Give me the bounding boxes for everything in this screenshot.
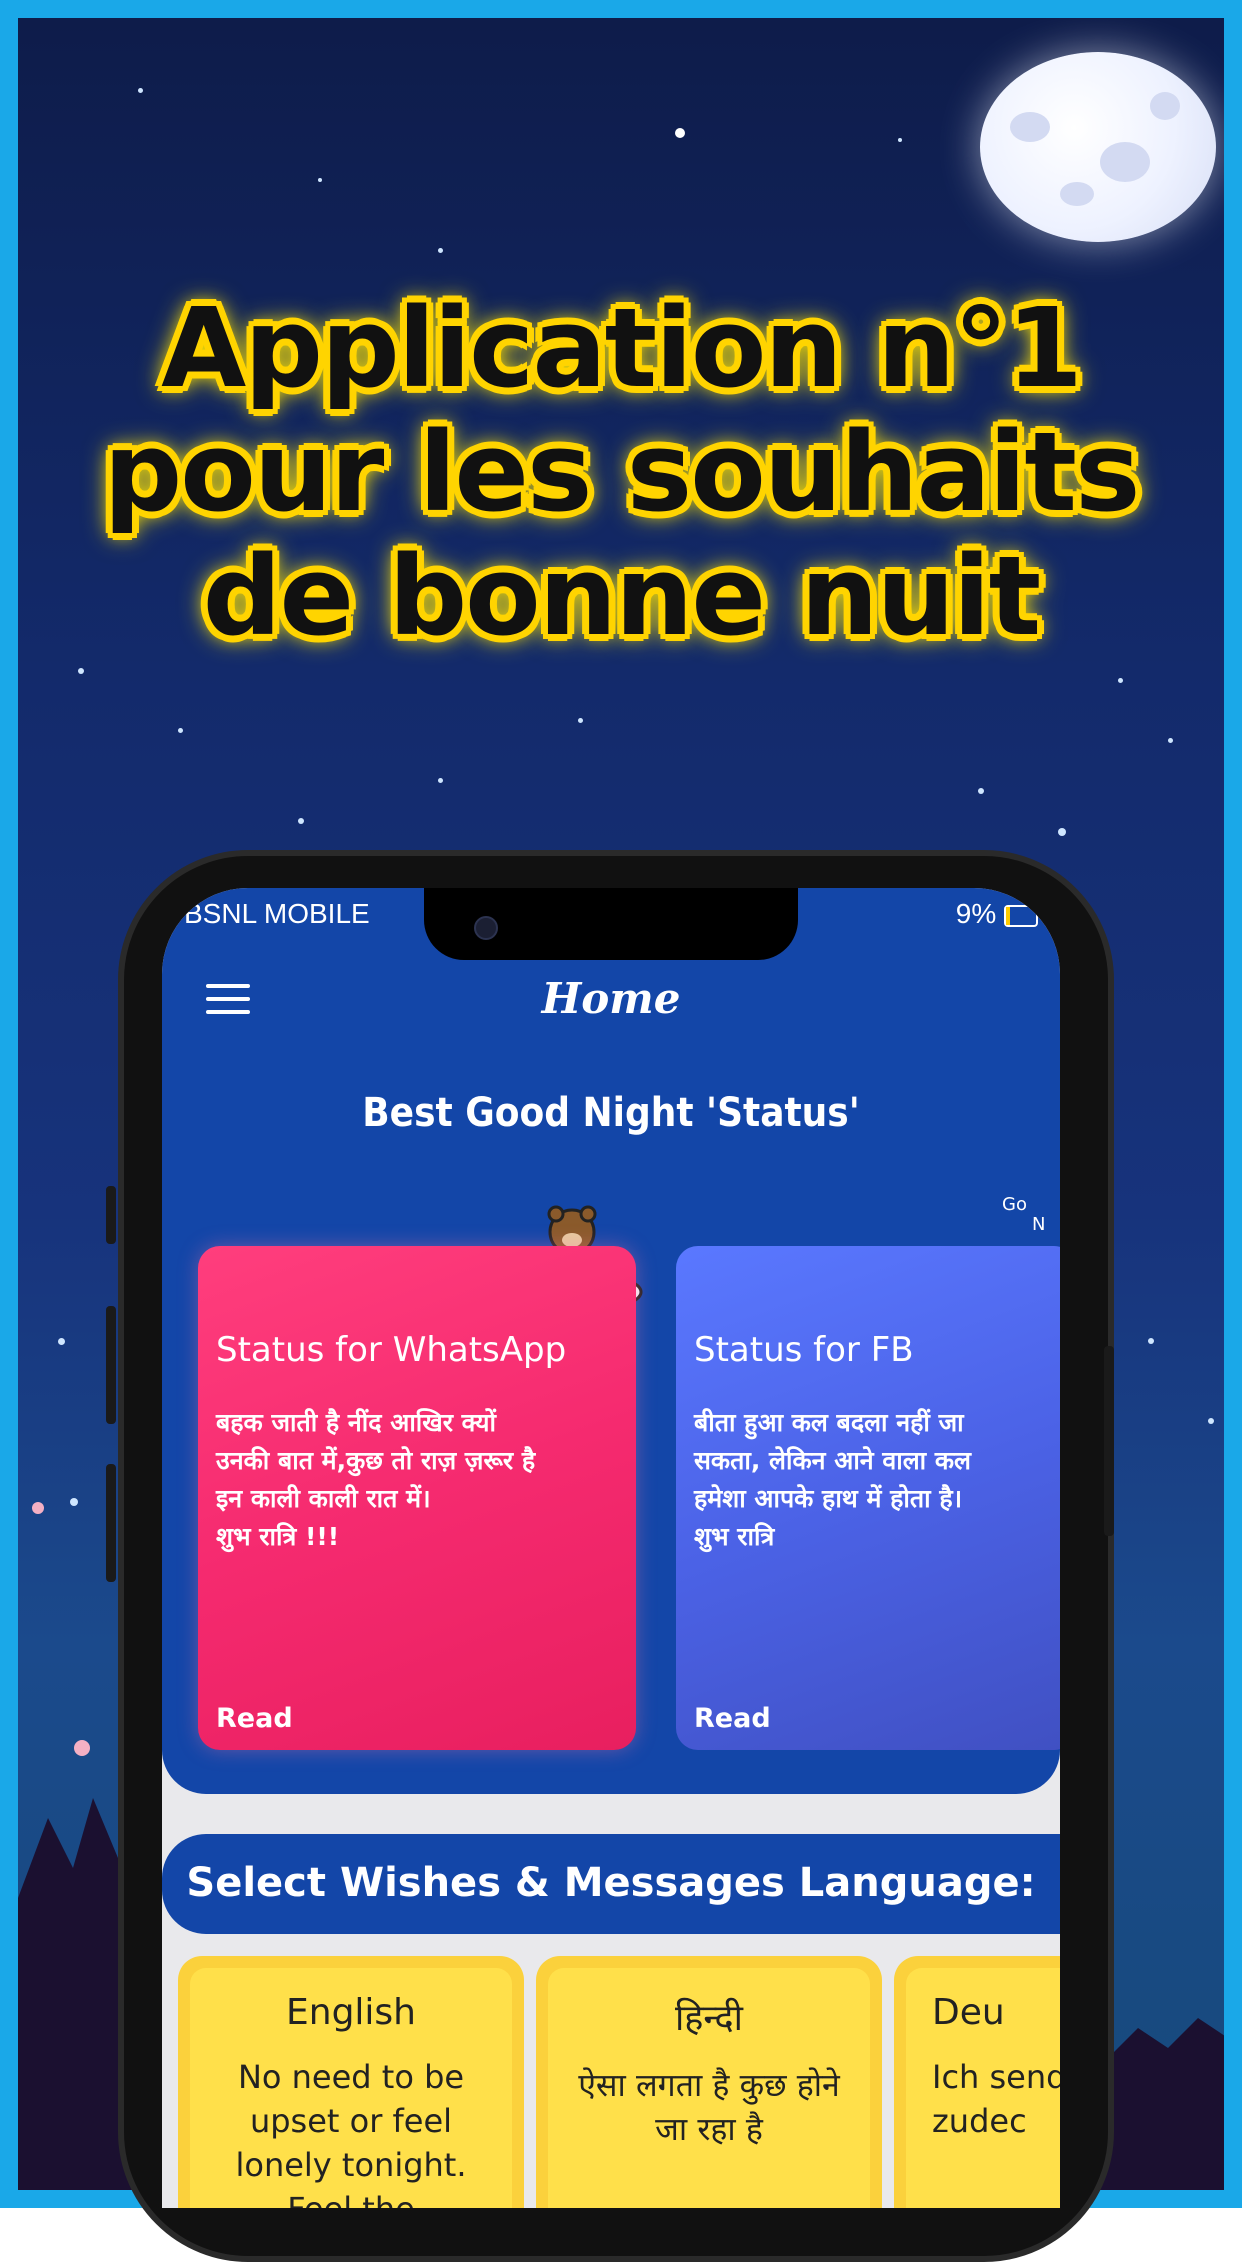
battery-percent: 9%	[955, 898, 997, 929]
moon-icon	[980, 52, 1216, 242]
carrier-label: BSNL MOBILE	[184, 898, 370, 929]
card-title: Status for FB	[694, 1330, 914, 1370]
headline-line-2: pour les souhaits	[103, 408, 1141, 536]
promo-headline: Application n°1 pour les souhaits de bon…	[18, 286, 1224, 658]
read-link[interactable]: Read	[694, 1703, 771, 1734]
star	[1148, 1338, 1154, 1344]
app-bar: BSNL MOBILE 9% Home	[162, 888, 1060, 1068]
battery-label: 9%	[956, 898, 1038, 930]
language-name: English	[286, 1992, 416, 2033]
star	[32, 1502, 44, 1514]
card-text: बहक जाती है नींद आखिर क्यों उनकी बात में…	[216, 1408, 536, 1551]
star	[58, 1338, 65, 1345]
language-preview: No need to be upset or feel lonely tonig…	[235, 2058, 467, 2208]
battery-icon	[1004, 904, 1038, 927]
language-preview: Ich send Wolke, zudec	[932, 2058, 1060, 2140]
phone-side-button	[106, 1306, 116, 1424]
star	[74, 1740, 90, 1756]
phone-screen: BSNL MOBILE 9% Home Best Good Night 'Sta…	[162, 888, 1060, 2208]
language-section-header: Select Wishes & Messages Language:	[162, 1834, 1060, 1934]
status-section-title: Best Good Night 'Status'	[362, 1090, 860, 1136]
card-title: Status for WhatsApp	[216, 1330, 567, 1370]
headline-line-1: Application n°1	[161, 284, 1083, 412]
phone-side-button	[106, 1186, 116, 1244]
star	[1118, 678, 1123, 683]
star	[318, 178, 322, 182]
language-preview: ऐसा लगता है कुछ होने जा रहा है	[578, 2066, 840, 2148]
headline-line-3: de bonne nuit	[202, 532, 1041, 660]
language-name: Deu	[932, 1992, 1005, 2033]
phone-notch	[424, 888, 798, 960]
star	[1168, 738, 1173, 743]
star	[298, 818, 304, 824]
star	[78, 668, 84, 674]
page-title: Home	[541, 974, 681, 1023]
star	[70, 1498, 78, 1506]
star	[178, 728, 183, 733]
read-link[interactable]: Read	[216, 1703, 293, 1734]
status-card-fb[interactable]: Status for FB बीता हुआ कल बदला नहीं जा स…	[676, 1246, 1060, 1750]
language-card-deutsch[interactable]: Deu Ich send Wolke, zudec	[894, 1956, 1060, 2208]
language-card-english[interactable]: English No need to be upset or feel lone…	[178, 1956, 524, 2208]
svg-text:Go: Go	[1002, 1194, 1027, 1215]
star	[1208, 1418, 1214, 1424]
status-card-whatsapp[interactable]: Status for WhatsApp बहक जाती है नींद आखि…	[198, 1246, 636, 1750]
star	[438, 778, 443, 783]
camera-icon	[474, 916, 498, 940]
language-section-title: Select Wishes & Messages Language:	[186, 1860, 1036, 1906]
phone-side-button	[1104, 1346, 1114, 1536]
language-name: हिन्दी	[674, 1998, 743, 2039]
star	[438, 248, 443, 253]
card-text: बीता हुआ कल बदला नहीं जा सकता, लेकिन आने…	[694, 1408, 972, 1551]
phone-side-button	[106, 1464, 116, 1582]
star	[138, 88, 143, 93]
star	[898, 138, 902, 142]
svg-text:N: N	[1032, 1214, 1045, 1235]
star	[1058, 828, 1066, 836]
star	[578, 718, 583, 723]
mountain-silhouette	[1098, 2018, 1224, 2190]
language-card-hindi[interactable]: हिन्दी ऐसा लगता है कुछ होने जा रहा है	[536, 1956, 882, 2208]
star	[978, 788, 984, 794]
star	[675, 128, 685, 138]
